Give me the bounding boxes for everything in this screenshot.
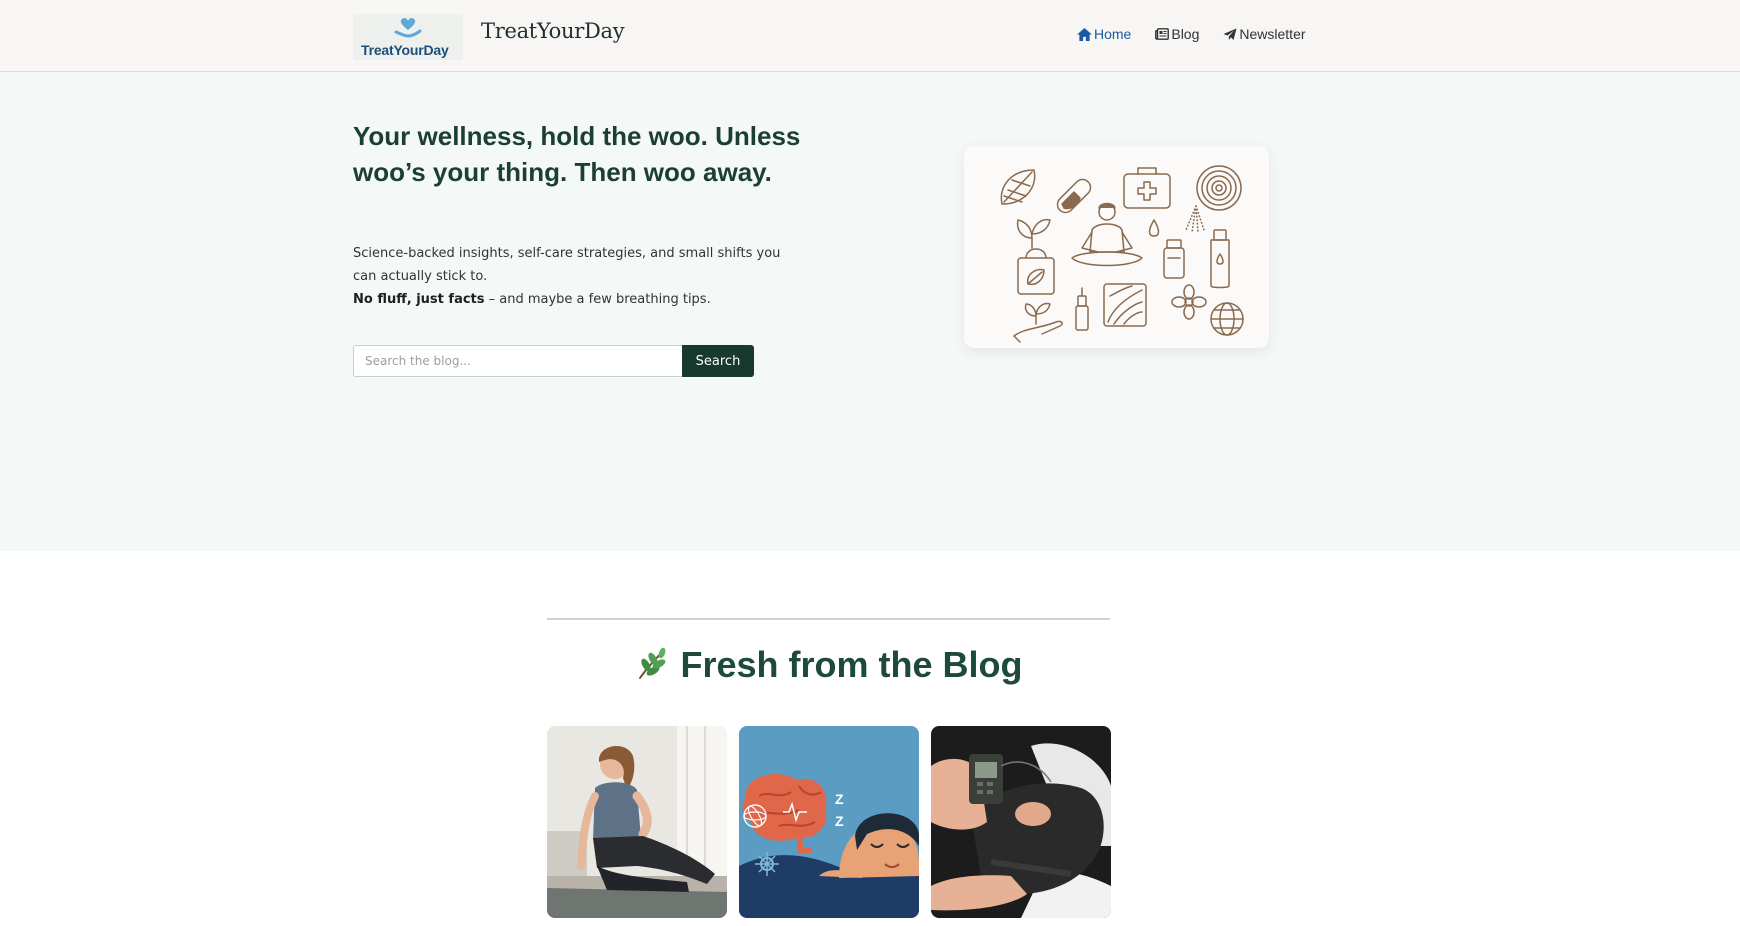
hero-desc-bold: No fluff, just facts <box>353 292 485 307</box>
droplet-icon <box>1148 219 1160 237</box>
top-navbar: TreatYourDay TreatYourDay Home Blog News… <box>0 0 1740 72</box>
globe-icon <box>1210 302 1244 336</box>
dropper-icon <box>1075 287 1089 331</box>
svg-text:Z: Z <box>835 813 844 829</box>
heart-hand-icon <box>394 17 422 38</box>
logo-wordmark: TreatYourDay <box>361 42 449 58</box>
nav-newsletter-label: Newsletter <box>1239 26 1306 42</box>
svg-text:Z: Z <box>835 791 844 807</box>
hero-title: Your wellness, hold the woo. Unless woo’… <box>353 121 801 187</box>
nav-home[interactable]: Home <box>1077 26 1131 42</box>
flower-icon <box>1171 284 1207 320</box>
medicine-bottle-icon <box>1163 239 1185 279</box>
dropper-bottle-icon <box>1210 229 1230 289</box>
section-title: Fresh from the Blog <box>547 644 1110 686</box>
nav-home-label: Home <box>1094 26 1132 42</box>
nav-blog-label: Blog <box>1171 26 1200 42</box>
blog-card-image-3[interactable] <box>931 726 1111 918</box>
herb-icon <box>639 647 666 679</box>
section-title-text: Fresh from the Blog <box>680 644 1023 685</box>
main-nav: Home Blog Newsletter <box>1077 26 1306 42</box>
blog-card-image-2[interactable]: Z Z <box>739 726 919 918</box>
capsule-icon <box>1056 178 1092 214</box>
site-title[interactable]: TreatYourDay <box>481 19 625 43</box>
leaf-net-icon <box>1000 169 1036 205</box>
search-button[interactable]: Search <box>682 345 754 377</box>
hand-plant-icon <box>1013 302 1063 343</box>
newspaper-icon <box>1155 28 1170 40</box>
spiral-icon <box>1196 165 1242 211</box>
blog-card-list: Z Z <box>547 726 1111 918</box>
paper-plane-icon <box>1223 28 1237 40</box>
meditation-person-icon <box>1071 202 1143 267</box>
search-input[interactable] <box>353 345 682 377</box>
mist-spray-icon <box>1185 205 1205 233</box>
wood-tile-icon <box>1103 283 1147 327</box>
section-divider <box>547 618 1110 620</box>
knee-tens-device-image <box>931 726 1111 918</box>
woman-back-pain-yoga-image <box>547 726 727 918</box>
site-logo[interactable]: TreatYourDay <box>353 14 463 60</box>
blog-search-form: Search <box>353 345 754 377</box>
wellness-illustration <box>964 146 1269 348</box>
hero-desc-line: Science-backed insights, self-care strat… <box>353 246 781 284</box>
brain-sleep-illustration-image: Z Z <box>739 726 919 918</box>
shopping-bag-icon <box>1017 248 1055 295</box>
hero-desc-rest: – and maybe a few breathing tips. <box>484 292 711 307</box>
blog-card-image-1[interactable] <box>547 726 727 918</box>
nav-blog[interactable]: Blog <box>1155 26 1199 42</box>
hero-description: Science-backed insights, self-care strat… <box>353 242 803 311</box>
nav-newsletter[interactable]: Newsletter <box>1223 26 1306 42</box>
hero-section: Your wellness, hold the woo. Unless woo’… <box>0 72 1740 551</box>
sprout-icon <box>1016 218 1051 249</box>
first-aid-kit-icon <box>1123 167 1171 209</box>
home-icon <box>1077 27 1092 41</box>
